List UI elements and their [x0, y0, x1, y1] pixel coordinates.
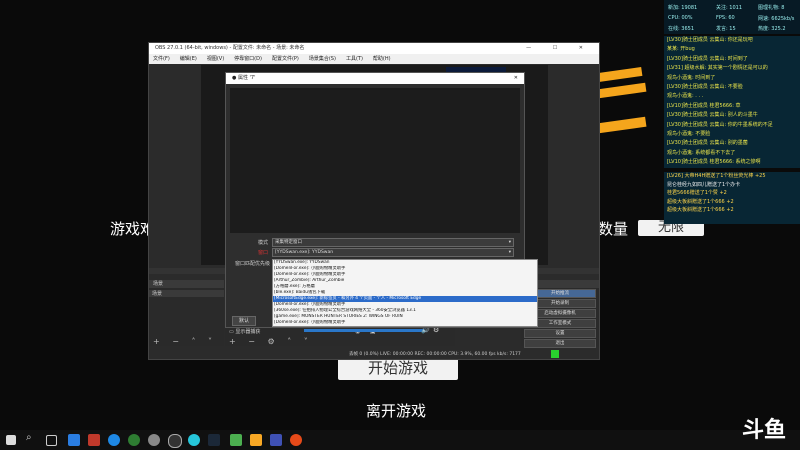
window-select[interactable]: [YYDSwan.exe]: YYDSwan ▾ [272, 248, 514, 257]
window-value: [YYDSwan.exe]: YYDSwan [275, 250, 334, 255]
dialog-title: 属性 '7' [237, 75, 256, 81]
gift-feed-panel: [LV26] 大帝H4H赠送了1个粉丝荧光棒 +25 昆仑桂经九如四儿赠送了1个办… [664, 172, 800, 224]
mode-label: 模式 [257, 240, 268, 246]
chat-message: [LV30]骑士团成员 云集山: 你还是玩吧 [667, 37, 753, 43]
status-indicator [551, 350, 559, 358]
danmaku-chat-panel: [LV30]骑士团成员 云集山: 你还是玩吧 某某: 开bug [LV30]骑士团成… [664, 36, 800, 168]
control-button[interactable]: 退出 [524, 339, 596, 348]
windows-taskbar: ⌕ [0, 430, 800, 450]
menu-item[interactable]: 文件(F) [153, 56, 170, 62]
window-list-item[interactable]: [DomenFor.exe]: 小鹿购物精灵助手 [273, 320, 537, 326]
folder-icon[interactable] [250, 434, 262, 446]
chat-message: 观鸟小酒鬼: 不要脸 [667, 130, 711, 137]
menu-item[interactable]: 视图(V) [207, 56, 224, 62]
dialog-preview [230, 88, 520, 233]
stat-bitrate: 网速: 6625kb/s [758, 16, 795, 22]
chat-message: 某某: 开bug [667, 46, 695, 53]
stat-follow: 关注: 1011 [716, 5, 742, 11]
stat-view: 热度: 325.2 [758, 26, 786, 32]
store-icon[interactable] [68, 434, 80, 446]
gift-message: 超级大板斜赠送了1个666 +2 [667, 198, 734, 205]
chat-message: [LV30]骑士团成员 云集山: 别的墨菌 [667, 140, 748, 147]
defaults-button[interactable]: 默认 [232, 316, 256, 326]
edge-icon[interactable] [108, 434, 120, 446]
scene-toolbar[interactable]: + − ˄ ˅ [153, 337, 217, 346]
app-icon[interactable] [270, 434, 282, 446]
chat-message: [LV10]骑士团成员 桂君5666: 草 [667, 102, 741, 109]
scenes-title: 场景 [149, 280, 224, 288]
chat-message: [LV30]骑士团成员 云集山: 别人的斗墨牛 [667, 112, 758, 119]
status-bar: 丢帧 0 (0.0%) LIVE: 00:00:00 REC: 00:00:00… [349, 352, 521, 357]
browser-icon[interactable] [128, 434, 140, 446]
app-icon[interactable] [148, 434, 160, 446]
stat-fps: FPS: 60 [716, 15, 735, 21]
douyu-logo: 斗鱼 [741, 418, 786, 443]
window-label: 窗口 [257, 250, 268, 256]
gift-message: 超级大板斜赠送了1个666 +2 [667, 207, 734, 213]
menu-item[interactable]: 场景集合(S) [309, 56, 336, 62]
monitor-icon: ▭ [229, 329, 234, 335]
chat-message: [LV31] 超级水解: 其实第一个剧情还是可以的 [667, 65, 768, 72]
stat-online: 在线: 3651 [668, 26, 694, 32]
task-view-icon[interactable] [46, 435, 57, 446]
chat-message: [LV30]骑士团成员 云集山: 不要脸 [667, 83, 743, 90]
leave-game-link[interactable]: 离开游戏 [366, 400, 426, 421]
menu-item[interactable]: 帮助(H) [373, 56, 391, 62]
obs-menu-bar: 文件(F) 编辑(E) 视图(V) 停靠窗口(D) 配置文件(P) 场景集合(S) 工具(T… [149, 54, 599, 64]
steam-icon[interactable] [208, 434, 220, 446]
window-controls[interactable]: — ☐ ✕ [526, 43, 593, 54]
chevron-down-icon: ▾ [508, 250, 511, 255]
chat-message: 观鸟小酒鬼: . . . [667, 93, 704, 100]
chevron-down-icon: ▾ [508, 240, 511, 245]
priority-label: 窗口匹配优先级 [234, 261, 270, 267]
obs-title-bar: OBS 27.0.1 (64-bit, windows) - 配置文件: 未命名… [149, 43, 599, 54]
stat-fans: 新加: 19081 [668, 5, 698, 11]
scene-item[interactable]: 场景 [149, 290, 224, 297]
menu-item[interactable]: 停靠窗口(D) [234, 56, 262, 62]
menu-item[interactable]: 编辑(E) [180, 56, 197, 62]
app-icon[interactable] [290, 434, 302, 446]
stat-cpu: CPU: 00% [668, 15, 693, 21]
mode-select[interactable]: 采集特定窗口 ▾ [272, 238, 514, 247]
app-icon[interactable] [88, 434, 100, 446]
dialog-title-bar: ● 属性 '7' ✕ [226, 73, 524, 84]
window-dropdown-list: [YYDSwan.exe]: YYDSwan [DomenFor.exe]: 小鹿… [272, 259, 538, 327]
chat-message: [LV30]骑士团成员 云集山: 时间到了 [667, 55, 748, 62]
app-icon[interactable] [188, 434, 200, 446]
close-icon[interactable]: ✕ [514, 73, 518, 84]
properties-dialog: ● 属性 '7' ✕ 模式 采集特定窗口 ▾ 窗口 [YYDSwan.exe]:… [225, 72, 538, 328]
game-count-label: 数量 [598, 220, 629, 238]
control-button[interactable]: 设置 [524, 329, 596, 338]
stream-stats-panel: 新加: 19081 关注: 1011 图理礼物: 8 CPU: 00% FPS:… [664, 0, 800, 34]
stat-gifts: 图理礼物: 8 [758, 5, 785, 11]
chat-message: 观鸟小酒鬼: 系统都看不下去了 [667, 149, 736, 156]
app-icon[interactable] [230, 434, 242, 446]
gift-message: 桂君5666赠送了1个赞 +2 [667, 190, 727, 196]
stat-clip: 发言: 15 [716, 26, 736, 32]
chat-message: [LV10]骑士团成员 桂君5666: 系统之惨啊 [667, 159, 761, 166]
obs-logo-icon: ● [232, 75, 237, 81]
mode-value: 采集特定窗口 [275, 240, 302, 245]
source-item-label: 显示器捕获 [235, 329, 261, 335]
chat-message: 观鸟小酒鬼: 时间到了 [667, 74, 716, 81]
search-icon[interactable]: ⌕ [26, 432, 38, 444]
source-toolbar[interactable]: + − ⚙ ˄ ˅ [229, 337, 313, 346]
gift-message: [LV26] 大帝H4H赠送了1个粉丝荧光棒 +25 [667, 173, 766, 179]
menu-item[interactable]: 工具(T) [346, 56, 363, 62]
audio-meter [304, 329, 424, 332]
menu-item[interactable]: 配置文件(P) [272, 56, 299, 62]
gift-message: 昆仑桂经九如四儿赠送了1个办卡 [667, 181, 741, 188]
obs-title: OBS 27.0.1 (64-bit, windows) - 配置文件: 未命名… [155, 45, 305, 51]
chat-message: [LV30]骑士团成员 云集山: 你的牛墨系统的不足 [667, 121, 773, 128]
windows-start-icon[interactable] [6, 435, 16, 445]
obs-icon[interactable] [168, 434, 182, 448]
